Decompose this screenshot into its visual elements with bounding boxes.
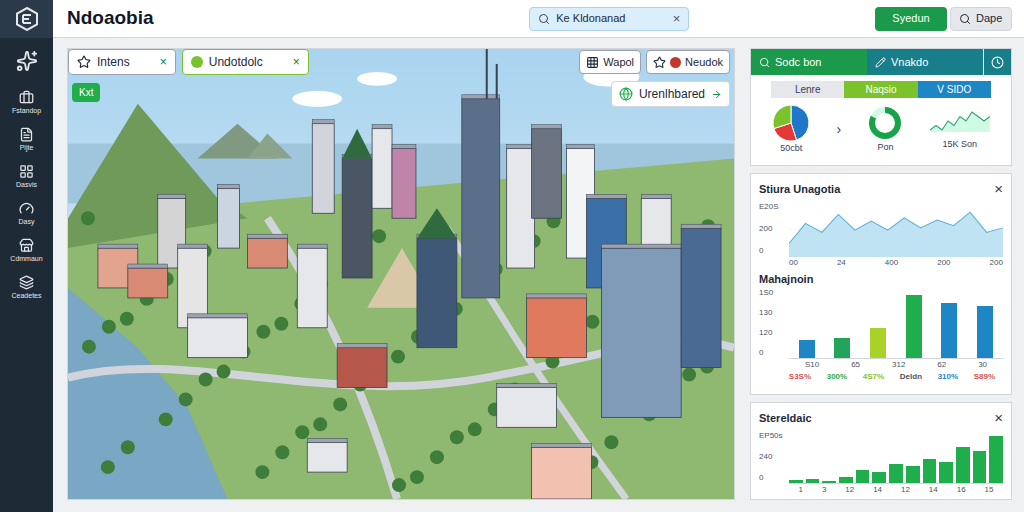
sparkle-icon[interactable] xyxy=(16,50,38,72)
summary-card: Sodc bonVnakdoLenreNaqsioV SIDO50cbt›Pon… xyxy=(750,48,1012,166)
area-chart xyxy=(789,201,1003,257)
clear-button[interactable]: × xyxy=(673,9,681,29)
bar xyxy=(923,459,937,483)
sidebar: Fstandop Pijte Dasvis Dasy Cdmmaun Ceadetes xyxy=(0,0,53,512)
bar xyxy=(834,338,850,358)
search-icon xyxy=(759,57,770,68)
map-badge: Kxt xyxy=(72,83,100,102)
bar xyxy=(889,464,903,483)
map-tool[interactable]: Wapol xyxy=(579,50,641,74)
bar xyxy=(806,479,820,483)
bar xyxy=(977,306,993,358)
sidebar-item-icon xyxy=(19,127,34,142)
sidebar-item-icon xyxy=(19,201,34,216)
logo[interactable] xyxy=(0,0,53,38)
sidebar-item[interactable]: Pijte xyxy=(0,123,53,155)
globe-icon xyxy=(619,87,633,101)
bar xyxy=(973,451,987,483)
summary-tab[interactable]: Vnakdo xyxy=(867,49,983,75)
tab-dot-icon xyxy=(191,56,203,68)
bar xyxy=(939,462,953,483)
map-view[interactable]: Intens×Undotdolc× WapolNeudok Kxt Urenlhbar… xyxy=(67,48,735,500)
bar xyxy=(856,470,870,483)
city-illustration[interactable] xyxy=(68,49,734,499)
sidebar-item[interactable]: Cdmmaun xyxy=(0,234,53,266)
map-tab[interactable]: Intens× xyxy=(68,49,176,75)
clock-button[interactable] xyxy=(983,49,1011,75)
sidebar-item[interactable]: Fstandop xyxy=(0,86,53,118)
pie-chart xyxy=(772,104,810,142)
bar xyxy=(789,480,803,483)
sidebar-item-icon xyxy=(19,164,34,179)
bar xyxy=(822,481,836,483)
chart-card: Stiura Unagotia×E20S20000024400200200Mah… xyxy=(750,173,1012,395)
search-icon xyxy=(959,13,971,25)
close-button[interactable]: × xyxy=(160,53,167,71)
bar xyxy=(941,303,957,358)
sidebar-item[interactable]: Ceadetes xyxy=(0,271,53,303)
sparkline xyxy=(930,108,990,132)
bar xyxy=(956,447,970,483)
bar xyxy=(839,477,853,483)
search-field[interactable]: Ke Kldonanad× xyxy=(529,7,689,31)
grid-icon xyxy=(586,56,599,69)
chart-card: Stereldaic×EP50s240013121412141615 xyxy=(750,402,1012,500)
pencil-icon xyxy=(875,57,886,68)
segment[interactable]: Naqsio xyxy=(844,81,917,98)
star-icon xyxy=(77,55,91,69)
bar xyxy=(799,340,815,358)
bar xyxy=(870,328,886,358)
primary-button[interactable]: Syedun xyxy=(875,7,947,31)
map-tab[interactable]: Undotdolc× xyxy=(182,49,309,75)
sidebar-item-icon xyxy=(19,90,34,105)
close-button[interactable]: × xyxy=(994,178,1003,201)
app-title: Ndoaobia xyxy=(67,4,154,33)
app: Fstandop Pijte Dasvis Dasy Cdmmaun Ceadetes Nd… xyxy=(0,0,1024,512)
sidebar-item[interactable]: Dasvis xyxy=(0,160,53,192)
sidebar-item-icon xyxy=(19,238,34,253)
search-icon xyxy=(538,13,550,25)
close-button[interactable]: × xyxy=(293,53,300,71)
logo-icon xyxy=(15,7,39,31)
star-icon xyxy=(653,56,666,69)
record-icon xyxy=(670,57,681,68)
donut-chart xyxy=(867,105,903,141)
bar-chart xyxy=(789,430,1003,485)
sidebar-item[interactable]: Dasy xyxy=(0,197,53,229)
bar xyxy=(872,472,886,483)
bar xyxy=(989,436,1003,483)
search-button[interactable]: Dape xyxy=(950,7,1012,31)
segment[interactable]: Lenre xyxy=(771,81,844,98)
layer-button[interactable]: Urenlhbared xyxy=(611,81,730,107)
close-button[interactable]: × xyxy=(994,407,1003,430)
top-bar: Ndoaobia Ke Kldonanad× SyedunDape xyxy=(53,0,1024,38)
bar xyxy=(906,466,920,483)
bar-chart xyxy=(789,287,1003,359)
arrow-icon xyxy=(711,89,722,100)
summary-tab[interactable]: Sodc bon xyxy=(751,49,867,75)
sidebar-item-icon xyxy=(19,275,34,290)
segment[interactable]: V SIDO xyxy=(918,81,991,98)
next-arrow[interactable]: › xyxy=(836,119,841,140)
bar xyxy=(906,295,922,358)
clock-icon xyxy=(991,56,1004,69)
map-tool[interactable]: Neudok xyxy=(646,50,730,74)
